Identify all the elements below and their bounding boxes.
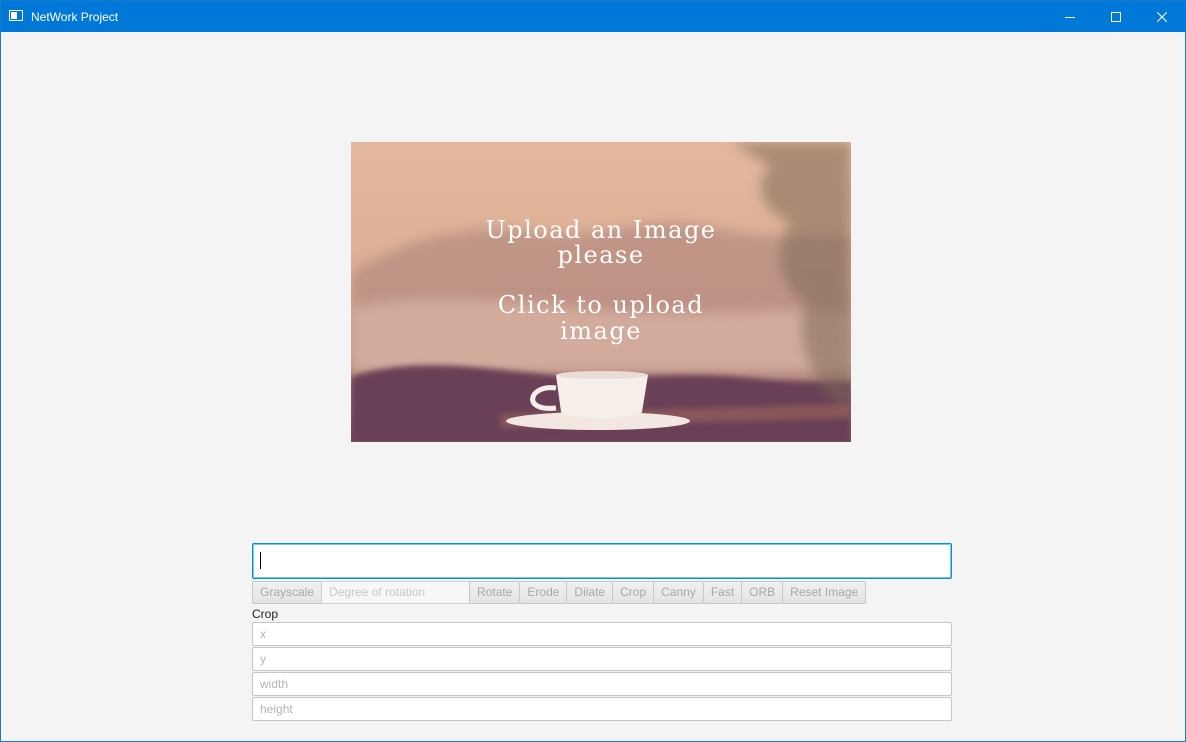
upload-prompt-line-1: Upload an Image: [485, 216, 717, 244]
crop-height-input[interactable]: height: [252, 697, 952, 721]
close-icon: [1157, 11, 1167, 22]
window-title: NetWork Project: [31, 10, 119, 24]
crop-y-input[interactable]: y: [252, 647, 952, 671]
reset-image-button[interactable]: Reset Image: [782, 581, 867, 604]
close-button[interactable]: [1139, 1, 1185, 32]
minimize-button[interactable]: [1047, 1, 1093, 32]
rotate-button[interactable]: Rotate: [469, 581, 521, 604]
upload-prompt-line-4: image: [560, 317, 642, 345]
upload-prompt-line-3: Click to upload: [497, 291, 705, 319]
crop-x-input[interactable]: x: [252, 622, 952, 646]
text-caret: [260, 552, 261, 569]
title-bar[interactable]: NetWork Project: [1, 1, 1185, 32]
rotation-degree-input[interactable]: Degree of rotation: [321, 581, 471, 604]
grayscale-button[interactable]: Grayscale: [252, 581, 323, 604]
crop-button[interactable]: Crop: [612, 581, 655, 604]
app-window: NetWork Project Upload an Image please C…: [0, 0, 1186, 742]
maximize-button[interactable]: [1093, 1, 1139, 32]
canny-button[interactable]: Canny: [653, 581, 704, 604]
app-icon: [9, 10, 23, 21]
upload-image-area[interactable]: Upload an Image please Click to upload i…: [351, 142, 851, 442]
crop-section-label: Crop: [252, 607, 279, 621]
upload-prompt-line-2: please: [557, 241, 645, 269]
minimize-icon: [1065, 16, 1075, 18]
erode-button[interactable]: Erode: [519, 581, 568, 604]
main-text-input[interactable]: [252, 543, 952, 579]
fast-button[interactable]: Fast: [702, 581, 743, 604]
dilate-button[interactable]: Dilate: [566, 581, 614, 604]
operations-toolbar: Grayscale Degree of rotation Rotate Erod…: [252, 581, 867, 604]
upload-prompt: Upload an Image please Click to upload i…: [351, 142, 851, 442]
crop-width-input[interactable]: width: [252, 672, 952, 696]
orb-button[interactable]: ORB: [741, 581, 784, 604]
maximize-icon: [1111, 11, 1121, 22]
